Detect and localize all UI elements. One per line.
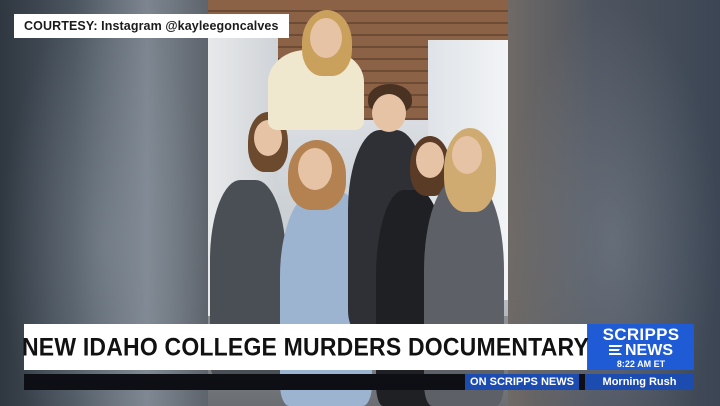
flag-icon (609, 345, 623, 357)
headline-bar: NEW IDAHO COLLEGE MURDERS DOCUMENTARY (21, 324, 590, 370)
scripps-news-logo: SCRIPPS NEWS 8:22 AM ET (588, 324, 694, 370)
person-top-head (310, 18, 342, 58)
show-name-label: Morning Rush (585, 374, 694, 390)
logo-news-row: NEWS (588, 342, 694, 359)
person-center-head (298, 148, 332, 190)
person-right (424, 180, 504, 406)
courtesy-label: COURTESY: Instagram @kayleegoncalves (14, 14, 289, 38)
logo-news-text: NEWS (625, 342, 673, 359)
person-right-center-head (416, 142, 444, 178)
headline-text: NEW IDAHO COLLEGE MURDERS DOCUMENTARY (21, 332, 590, 361)
person-back-head (372, 94, 406, 132)
ticker-source-label: ON SCRIPPS NEWS (465, 374, 579, 390)
person-right-head (452, 136, 482, 174)
broadcast-time: 8:22 AM ET (616, 359, 666, 369)
